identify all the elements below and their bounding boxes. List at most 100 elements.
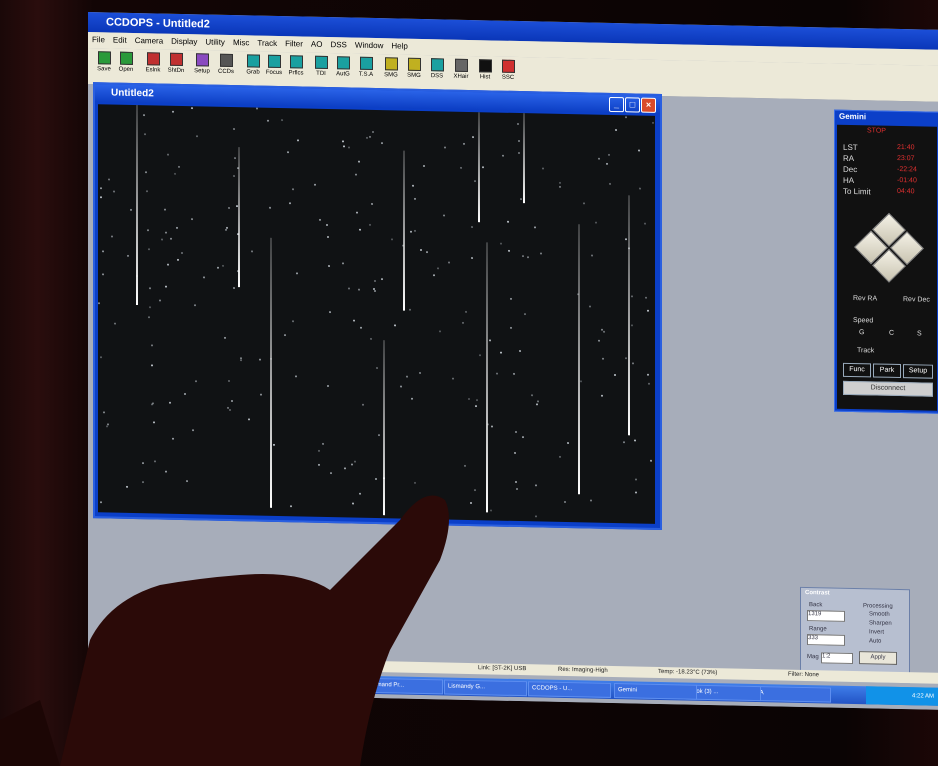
toolbar-button-8[interactable]: Prflcs xyxy=(286,55,306,77)
star xyxy=(164,208,167,211)
toolbar-button-2[interactable]: Eslnk xyxy=(143,52,163,74)
star xyxy=(432,274,435,277)
menu-item-3[interactable]: Display xyxy=(167,34,201,47)
speed-c-radio[interactable]: C xyxy=(889,330,894,337)
toolbar-icon xyxy=(336,56,350,70)
menu-item-6[interactable]: Track xyxy=(253,35,281,48)
star xyxy=(472,136,474,139)
star xyxy=(523,313,526,316)
taskbar-item-0[interactable]: Command Pr... xyxy=(360,677,443,695)
star xyxy=(192,429,195,432)
star xyxy=(172,437,175,440)
toolbar-button-1[interactable]: Open xyxy=(116,51,136,73)
star xyxy=(608,183,611,186)
invert-checkbox[interactable]: Invert xyxy=(869,629,884,635)
star xyxy=(502,154,505,157)
menu-item-11[interactable]: Help xyxy=(387,38,411,51)
star xyxy=(180,252,183,255)
track-checkbox[interactable]: Track xyxy=(857,347,874,354)
menu-item-0[interactable]: File xyxy=(88,32,109,44)
star xyxy=(164,470,167,473)
star xyxy=(147,248,150,251)
setup-button[interactable]: Setup xyxy=(903,364,933,379)
menu-item-4[interactable]: Utility xyxy=(201,34,229,47)
toolbar-button-5[interactable]: CCDs xyxy=(216,53,236,75)
taskbar-item-2[interactable]: CCDOPS - U... xyxy=(528,681,611,698)
star xyxy=(647,373,650,376)
toolbar-button-9[interactable]: TDI xyxy=(311,55,331,77)
star xyxy=(598,339,601,342)
star xyxy=(108,178,111,181)
menu-item-8[interactable]: AO xyxy=(307,37,327,49)
maximize-icon[interactable]: □ xyxy=(625,97,640,113)
func-button[interactable]: Func xyxy=(843,362,871,378)
label-ra: RA xyxy=(843,153,855,164)
star xyxy=(111,235,114,238)
star-trail xyxy=(486,242,488,513)
auto-checkbox[interactable]: Auto xyxy=(869,638,881,644)
sharpen-checkbox[interactable]: Sharpen xyxy=(869,620,892,626)
star xyxy=(251,250,254,253)
star xyxy=(112,190,115,193)
value-ha: -01:40 xyxy=(897,176,917,185)
toolbar-button-11[interactable]: T.S.A xyxy=(356,56,376,78)
star xyxy=(414,481,417,484)
star xyxy=(630,324,633,327)
star xyxy=(608,154,611,157)
menu-item-2[interactable]: Camera xyxy=(131,33,167,46)
menu-item-10[interactable]: Window xyxy=(351,38,387,51)
toolbar-button-12[interactable]: SMG xyxy=(381,57,401,78)
menu-item-7[interactable]: Filter xyxy=(281,36,307,49)
star xyxy=(600,395,603,398)
taskbar-item-1[interactable]: Lismandy G... xyxy=(444,679,527,697)
toolbar-button-13[interactable]: SMG xyxy=(404,57,424,79)
menu-item-1[interactable]: Edit xyxy=(109,32,131,45)
star-trail xyxy=(238,147,240,288)
toolbar-button-15[interactable]: XHair xyxy=(451,58,471,80)
speed-s-radio[interactable]: S xyxy=(917,330,922,337)
toolbar-icon xyxy=(314,55,328,70)
toolbar-icon xyxy=(119,51,133,65)
star xyxy=(149,306,152,309)
toolbar-icon xyxy=(430,58,444,72)
star xyxy=(255,107,258,110)
star xyxy=(631,294,634,297)
toolbar-button-0[interactable]: Save xyxy=(94,51,114,72)
star xyxy=(248,418,251,421)
label-to-limit: To Limit xyxy=(843,186,871,197)
star-trail xyxy=(578,224,580,495)
back-input[interactable]: 1319 xyxy=(807,610,845,622)
smooth-checkbox[interactable]: Smooth xyxy=(869,611,890,617)
speed-g-radio[interactable]: G xyxy=(859,329,864,336)
star xyxy=(358,228,361,231)
star xyxy=(258,359,261,362)
toolbar-button-6[interactable]: Grab xyxy=(243,54,263,76)
toolbar-button-14[interactable]: DSS xyxy=(427,58,447,79)
toolbar-button-16[interactable]: Hist xyxy=(475,59,495,80)
star xyxy=(588,305,591,308)
star xyxy=(143,132,146,135)
toolbar-button-7[interactable]: Focus xyxy=(264,54,284,76)
star-trail xyxy=(270,237,272,508)
apply-button[interactable]: Apply xyxy=(859,651,897,665)
toolbar-button-3[interactable]: ShtDn xyxy=(166,52,186,74)
minimize-icon[interactable]: _ xyxy=(609,96,624,113)
park-button[interactable]: Park xyxy=(873,363,901,379)
taskbar-item-3[interactable]: Gemini xyxy=(614,683,697,700)
toolbar-button-4[interactable]: Setup xyxy=(192,53,212,75)
menu-item-5[interactable]: Misc xyxy=(229,35,253,48)
star xyxy=(381,141,384,145)
toolbar-button-17[interactable]: SSC xyxy=(498,59,518,81)
status-temp: Temp: -18.23°C (73%) xyxy=(658,668,718,677)
mag-select[interactable]: 1:2 xyxy=(821,652,853,665)
toolbar-label: Eslnk xyxy=(145,67,161,74)
star xyxy=(519,349,521,352)
star xyxy=(295,272,298,275)
menu-item-9[interactable]: DSS xyxy=(326,37,350,50)
toolbar-button-10[interactable]: AutG xyxy=(333,56,353,77)
close-icon[interactable]: × xyxy=(641,97,656,113)
back-label: Back xyxy=(809,602,823,609)
toolbar-icon xyxy=(246,54,260,68)
disconnect-button[interactable]: Disconnect xyxy=(843,380,933,397)
range-input[interactable]: 333 xyxy=(807,634,845,646)
